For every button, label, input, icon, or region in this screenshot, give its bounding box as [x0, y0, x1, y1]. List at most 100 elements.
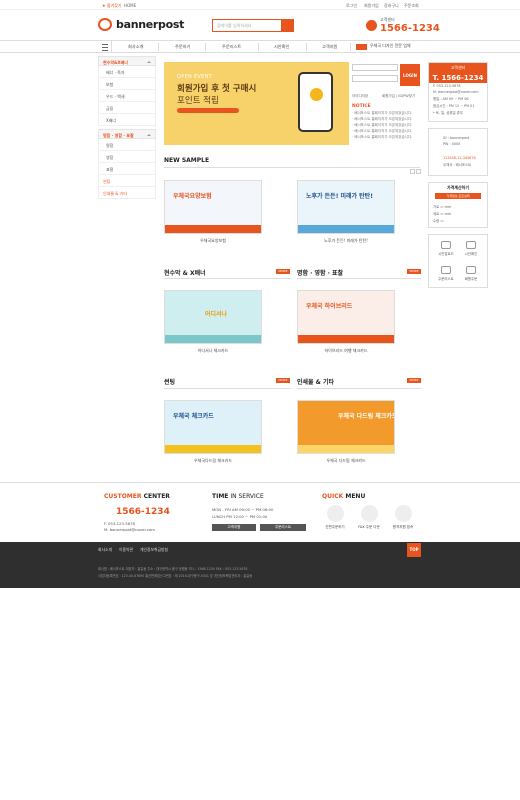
- order-list-button[interactable]: 주문리스트: [260, 524, 306, 531]
- nav-support[interactable]: 고객지원: [322, 44, 337, 50]
- calc-subtitle[interactable]: 가격정보 모르실때: [435, 193, 481, 199]
- footer-mail: M. bannerpost@naver.com: [104, 527, 155, 532]
- more-button[interactable]: MORE: [276, 269, 290, 274]
- sample-card[interactable]: 어디서나: [164, 290, 262, 344]
- footer-cc-number: 1566-1234: [116, 507, 170, 517]
- prev-arrow-icon[interactable]: [410, 169, 415, 174]
- sample-title: 우체국 다드림 체크카드: [338, 413, 395, 420]
- company-info: 회사명 : 배너포스트 대표자 : 홍길동 주소 : 대구광역시 중구 공평동 …: [98, 567, 248, 571]
- sample-title: 어디서나: [205, 311, 228, 318]
- category-print[interactable]: 인쇄물 & 기타: [98, 187, 156, 199]
- sample-caption[interactable]: 노후가 든든! 미래가 탄탄!: [297, 238, 395, 244]
- join-link[interactable]: 회원가입: [364, 3, 379, 9]
- footer-link-privacy[interactable]: 개인정보취급방침: [140, 547, 168, 553]
- nav-draft-check[interactable]: 시안확인: [274, 44, 289, 50]
- quick-remote-support[interactable]: 원격지원 접속: [391, 505, 415, 530]
- nav-promo[interactable]: 우체국 디자인 전문 업체: [356, 43, 422, 51]
- category-item[interactable]: X배너: [98, 114, 156, 126]
- notice-item[interactable]: · 배너포스트 홈페이지가 오픈되었습니다.: [352, 135, 420, 141]
- quick-order-list[interactable]: 주문리스트: [435, 263, 457, 285]
- sample-caption[interactable]: 우체국요양보험: [164, 238, 262, 244]
- find-account-link[interactable]: 회원가입 | ID/PW찾기: [382, 94, 415, 99]
- sample-arrows[interactable]: [409, 159, 421, 178]
- post-logo-icon: [356, 44, 367, 50]
- order-lookup-link[interactable]: 주문조회: [404, 3, 419, 9]
- sample-caption[interactable]: 우체국 다드림 체크카드: [297, 458, 395, 464]
- quick-member-order[interactable]: 회원주문: [460, 263, 482, 285]
- footer-link-terms[interactable]: 이용약관: [119, 547, 133, 553]
- search-input[interactable]: 검색어를 입력하세요: [217, 23, 251, 29]
- sample-title: 우체국 체크카드: [173, 413, 214, 420]
- category-item[interactable]: 영함: [98, 151, 156, 163]
- fax-icon: [360, 505, 378, 522]
- next-arrow-icon[interactable]: [416, 169, 421, 174]
- favorite-link[interactable]: ★ 즐겨찾기: [102, 3, 122, 9]
- sample-caption[interactable]: 우체국다드림 체크카드: [164, 458, 262, 464]
- more-button[interactable]: MORE: [407, 269, 421, 274]
- quick-draft[interactable]: 시안확인: [460, 238, 482, 260]
- nav-order-list[interactable]: 주문리스트: [222, 44, 241, 50]
- category-item[interactable]: 금융: [98, 102, 156, 114]
- hero-open-event: OPEN EVENT: [177, 74, 212, 80]
- save-id-checkbox[interactable]: 아이디저장: [352, 94, 368, 99]
- category-banner[interactable]: 현수막&X배너: [98, 56, 156, 66]
- sample-card[interactable]: 우체국 하이브리드: [297, 290, 395, 344]
- more-button[interactable]: MORE: [407, 378, 421, 383]
- hero-period-bar: [177, 108, 239, 113]
- logo-mark-icon: [98, 18, 112, 31]
- headset-icon: [394, 505, 412, 522]
- search-box[interactable]: 검색어를 입력하세요: [212, 19, 294, 32]
- all-menu-icon[interactable]: [98, 41, 112, 52]
- carousel-dots[interactable]: [170, 137, 185, 156]
- nav-order[interactable]: 주문하기: [175, 44, 190, 50]
- login-link[interactable]: 로그인: [346, 3, 357, 9]
- sample-card[interactable]: 우체국 다드림 체크카드: [297, 400, 395, 454]
- promo-label: 우체국 디자인 전문 업체: [370, 43, 411, 48]
- sample-caption[interactable]: 하이브리드 여행 체크카드: [297, 348, 395, 354]
- sample-caption[interactable]: 어디서나 체크카드: [164, 348, 262, 354]
- nav-company[interactable]: 회사소개: [128, 44, 143, 50]
- sample-title: 우체국요양보험: [173, 193, 212, 200]
- calc-width-label: 가로: [433, 205, 440, 209]
- category-item[interactable]: 명함: [98, 139, 156, 151]
- calc-height-label: 세로: [433, 212, 440, 216]
- id-field[interactable]: [352, 64, 398, 71]
- category-card[interactable]: 명함 · 영함 · 표찰: [98, 129, 156, 139]
- login-button[interactable]: LOGIN: [400, 64, 420, 86]
- cart-link[interactable]: 장바구니: [384, 3, 399, 9]
- footer-link-company[interactable]: 회사소개: [98, 547, 112, 553]
- right-cc-title: 고객센터: [429, 63, 487, 73]
- right-bank: 우체국 : 배너포스트: [443, 163, 472, 167]
- more-button[interactable]: MORE: [276, 378, 290, 383]
- hero-banner[interactable]: OPEN EVENT 회원가입 후 첫 구매시 포인트 적립: [164, 62, 349, 152]
- search-button-icon[interactable]: [281, 20, 293, 31]
- right-customer-center: 고객센터 T. 1566-1234 F. 053-123-5678 M. ban…: [428, 62, 488, 122]
- quick-fax-download[interactable]: FAX 주문 다운: [357, 505, 381, 530]
- quick-easy-order[interactable]: 간편주문하기: [323, 505, 347, 530]
- category-item[interactable]: 표찰: [98, 163, 156, 175]
- section-new-sample: NEW SAMPLE: [164, 157, 210, 164]
- category-item[interactable]: 우드 · 액세: [98, 90, 156, 102]
- sample-card[interactable]: 노후가 든든! 미래가 탄탄!: [297, 180, 395, 234]
- sample-card[interactable]: 우체국요양보험: [164, 180, 262, 234]
- quick-upload[interactable]: 시안업로드: [435, 238, 457, 260]
- sample-card[interactable]: 우체국 체크카드: [164, 400, 262, 454]
- price-calculator: 가격계산하기 가격정보 모르실때 가로 ▭ mm 세로 ▭ mm 수량 ▭: [428, 182, 488, 228]
- password-field[interactable]: [352, 75, 398, 82]
- right-hours: 평일 : AM 09 ~ PM 06: [433, 97, 469, 101]
- support-button[interactable]: 고객지원: [212, 524, 256, 531]
- right-account-box: ID : bannerpost PW : 0000 123456-12-3456…: [428, 128, 488, 176]
- section-sunting: 썬팅: [164, 379, 176, 386]
- phone-illustration-icon: [298, 72, 333, 132]
- notice-title[interactable]: NOTICE: [352, 104, 420, 109]
- category-sunting[interactable]: 썬팅: [98, 175, 156, 187]
- right-holiday: * 토, 일, 공휴일 휴무: [433, 111, 463, 115]
- logo[interactable]: bannerpost: [98, 18, 184, 32]
- category-item[interactable]: 보험: [98, 78, 156, 90]
- home-link[interactable]: HOME: [124, 3, 136, 8]
- header: bannerpost 검색어를 입력하세요 고객센터 1566-1234: [0, 10, 520, 40]
- category-item[interactable]: 배너 · 족자: [98, 66, 156, 78]
- top-button[interactable]: TOP: [407, 543, 421, 557]
- user-icon: [466, 266, 476, 274]
- logo-text: bannerpost: [116, 18, 185, 31]
